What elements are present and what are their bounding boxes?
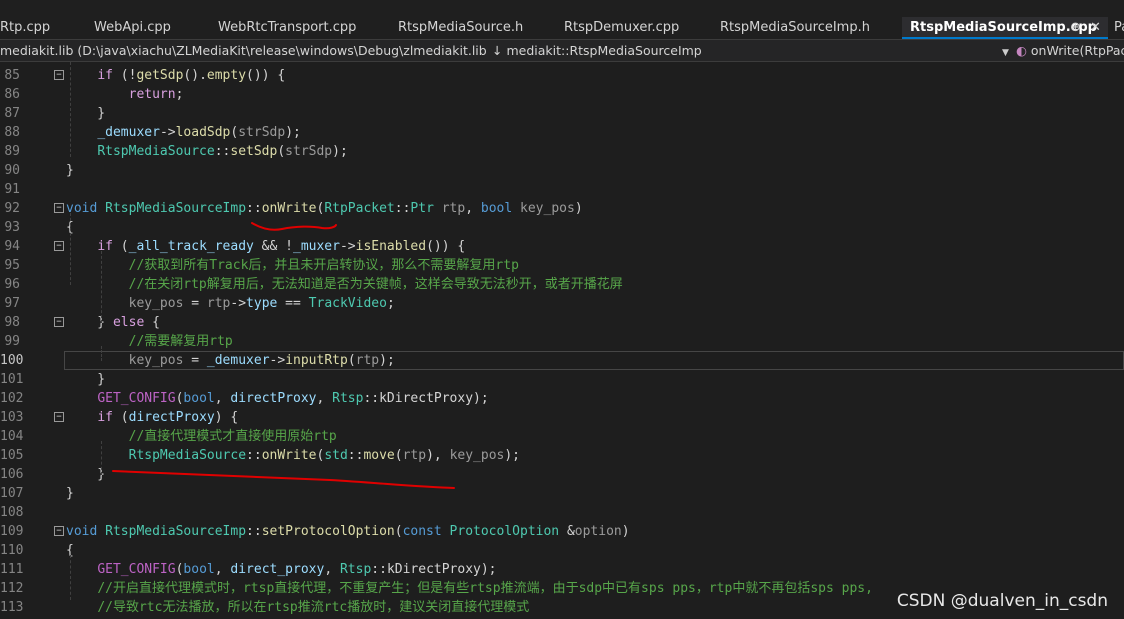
annotation-underline-onwrite-decl bbox=[251, 222, 337, 231]
watermark: CSDN @dualven_in_csdn bbox=[896, 591, 1108, 611]
annotation-underlines bbox=[112, 222, 455, 489]
annotation-underline-onwrite-call bbox=[112, 470, 455, 489]
